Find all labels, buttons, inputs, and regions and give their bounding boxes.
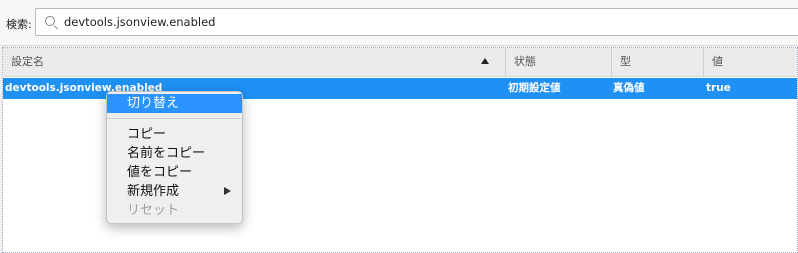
column-header-status-label: 状態 xyxy=(514,55,536,68)
row-status-cell: 初期設定値 xyxy=(508,82,561,94)
search-label: 検索: xyxy=(6,18,32,31)
menu-item-toggle-label: 切り替え xyxy=(127,96,180,111)
menu-item-copy-value-label: 値をコピー xyxy=(127,165,193,180)
menu-item-copy-value[interactable]: 値をコピー xyxy=(107,163,242,182)
context-menu: 切り替え コピー 名前をコピー 値をコピー 新規作成 リセット xyxy=(106,91,243,224)
column-header-type-label: 型 xyxy=(620,55,631,68)
search-input[interactable] xyxy=(64,14,764,30)
search-box[interactable] xyxy=(35,8,798,36)
menu-item-copy-name-label: 名前をコピー xyxy=(127,146,206,161)
menu-item-copy-label: コピー xyxy=(127,127,167,142)
table-header: 設定名 状態 型 値 xyxy=(3,48,797,77)
menu-item-new-label: 新規作成 xyxy=(127,184,180,199)
submenu-arrow-icon xyxy=(224,187,231,195)
menu-item-reset: リセット xyxy=(107,201,242,220)
menu-item-reset-label: リセット xyxy=(127,203,180,218)
menu-item-copy-name[interactable]: 名前をコピー xyxy=(107,144,242,163)
column-header-name-label: 設定名 xyxy=(11,55,44,68)
column-header-value[interactable]: 値 xyxy=(703,48,797,76)
column-header-type[interactable]: 型 xyxy=(611,48,703,76)
menu-separator xyxy=(107,118,242,119)
column-header-status[interactable]: 状態 xyxy=(505,48,611,76)
menu-item-copy[interactable]: コピー xyxy=(107,125,242,144)
column-header-name[interactable]: 設定名 xyxy=(3,48,505,76)
search-bar: 検索: xyxy=(0,0,798,46)
menu-item-toggle[interactable]: 切り替え xyxy=(107,94,242,113)
menu-item-new[interactable]: 新規作成 xyxy=(107,182,242,201)
search-icon xyxy=(45,16,55,26)
row-value-cell: true xyxy=(706,82,731,94)
sort-ascending-icon xyxy=(481,58,489,64)
row-type-cell: 真偽値 xyxy=(613,82,645,94)
column-header-value-label: 値 xyxy=(712,55,723,68)
